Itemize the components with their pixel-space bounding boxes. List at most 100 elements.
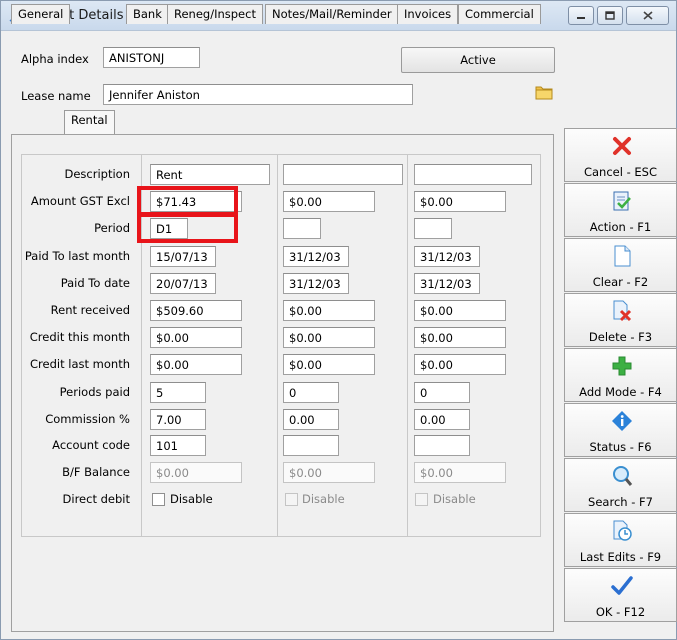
close-icon <box>642 11 653 20</box>
cancel-icon <box>613 137 631 155</box>
clear-icon <box>614 245 631 267</box>
period-input-3[interactable] <box>414 218 452 239</box>
periods-paid-input-3[interactable]: 0 <box>414 382 470 403</box>
account-code-input-3[interactable] <box>414 435 470 456</box>
add-mode-button[interactable]: Add Mode - F4 <box>564 348 677 402</box>
tab-reneg-inspect[interactable]: Reneg/Inspect <box>167 4 263 24</box>
rent-received-input-2[interactable]: $0.00 <box>283 300 375 321</box>
paid-last-month-input-1[interactable]: 15/07/13 <box>150 246 216 267</box>
paid-last-month-input-2[interactable]: 31/12/03 <box>283 246 349 267</box>
credit-last-month-input-2[interactable]: $0.00 <box>283 354 375 375</box>
tab-general[interactable]: General <box>11 4 71 24</box>
bf-balance-input-2: $0.00 <box>283 462 375 483</box>
alpha-index-input[interactable]: ANISTONJ <box>103 47 200 68</box>
column-divider <box>277 154 278 537</box>
folder-icon[interactable] <box>535 84 553 100</box>
periods-paid-input-2[interactable]: 0 <box>283 382 339 403</box>
bf-balance-input-3: $0.00 <box>414 462 506 483</box>
paid-to-date-label: Paid To date <box>60 276 130 290</box>
delete-button[interactable]: Delete - F3 <box>564 293 677 347</box>
search-icon <box>613 466 633 486</box>
period-highlight-box <box>137 213 238 243</box>
delete-button-label: Delete - F3 <box>588 330 653 344</box>
active-status-label: Active <box>460 53 496 67</box>
maximize-icon <box>605 11 615 20</box>
credit-this-month-input-1[interactable]: $0.00 <box>150 327 242 348</box>
action-icon <box>613 191 631 211</box>
ok-icon <box>611 576 633 595</box>
clear-button-label: Clear - F2 <box>592 275 649 289</box>
alpha-index-label: Alpha index <box>21 52 89 66</box>
lease-name-input[interactable]: Jennifer Aniston <box>103 84 413 105</box>
close-button[interactable] <box>626 6 669 25</box>
credit-this-month-input-3[interactable]: $0.00 <box>414 327 506 348</box>
commission-label: Commission % <box>45 412 130 426</box>
credit-last-month-input-1[interactable]: $0.00 <box>150 354 242 375</box>
paid-to-date-input-3[interactable]: 31/12/03 <box>414 273 480 294</box>
credit-this-month-input-2[interactable]: $0.00 <box>283 327 375 348</box>
ok-button[interactable]: OK - F12 <box>564 568 677 622</box>
direct-debit-checkbox-2 <box>285 493 298 506</box>
search-button-label: Search - F7 <box>588 495 653 509</box>
amount-input-2[interactable]: $0.00 <box>283 191 375 212</box>
account-code-input-2[interactable] <box>283 435 339 456</box>
delete-icon <box>613 300 632 322</box>
add-mode-button-label: Add Mode - F4 <box>579 385 662 399</box>
rent-received-input-3[interactable]: $0.00 <box>414 300 506 321</box>
direct-debit-label: Direct debit <box>62 492 130 506</box>
last-edits-button[interactable]: Last Edits - F9 <box>564 513 677 567</box>
add-icon <box>612 356 632 376</box>
direct-debit-checkbox-1[interactable] <box>152 493 165 506</box>
action-button-label: Action - F1 <box>589 220 652 234</box>
tab-notes-mail-reminder[interactable]: Notes/Mail/Reminder <box>265 4 399 24</box>
minimize-button[interactable] <box>568 6 594 25</box>
lease-name-label: Lease name <box>21 89 91 103</box>
paid-last-month-input-3[interactable]: 31/12/03 <box>414 246 480 267</box>
description-input-2[interactable] <box>283 164 403 185</box>
status-button-label: Status - F6 <box>589 440 652 454</box>
bf-balance-label: B/F Balance <box>62 465 130 479</box>
period-input-2[interactable] <box>283 218 321 239</box>
amount-input-3[interactable]: $0.00 <box>414 191 506 212</box>
column-divider <box>407 154 408 537</box>
rent-received-label: Rent received <box>50 303 130 317</box>
direct-debit-disable-label-2: Disable <box>302 492 345 506</box>
description-input-1[interactable]: Rent <box>150 164 270 185</box>
rent-received-input-1[interactable]: $509.60 <box>150 300 242 321</box>
active-status-button[interactable]: Active <box>401 47 555 73</box>
clear-button[interactable]: Clear - F2 <box>564 238 677 292</box>
maximize-button[interactable] <box>597 6 623 25</box>
tab-bank[interactable]: Bank <box>126 4 169 24</box>
periods-paid-input-1[interactable]: 5 <box>150 382 206 403</box>
history-icon <box>613 520 632 541</box>
commission-input-3[interactable]: 0.00 <box>414 409 470 430</box>
status-button[interactable]: Status - F6 <box>564 403 677 457</box>
direct-debit-checkbox-3 <box>415 493 428 506</box>
info-icon <box>612 411 632 431</box>
paid-to-date-input-1[interactable]: 20/07/13 <box>150 273 216 294</box>
cancel-button[interactable]: Cancel - ESC <box>564 128 677 182</box>
action-button[interactable]: Action - F1 <box>564 183 677 237</box>
tab-commercial[interactable]: Commercial <box>458 4 541 24</box>
amount-highlight-box <box>137 186 238 216</box>
commission-input-1[interactable]: 7.00 <box>150 409 206 430</box>
direct-debit-disable-label-3: Disable <box>433 492 476 506</box>
credit-last-month-input-3[interactable]: $0.00 <box>414 354 506 375</box>
tab-invoices[interactable]: Invoices <box>397 4 459 24</box>
periods-paid-label: Periods paid <box>59 385 130 399</box>
search-button[interactable]: Search - F7 <box>564 458 677 512</box>
paid-to-date-input-2[interactable]: 31/12/03 <box>283 273 349 294</box>
direct-debit-disable-label-1: Disable <box>170 492 213 506</box>
tab-rental[interactable]: Rental <box>64 110 115 134</box>
account-code-input-1[interactable]: 101 <box>150 435 206 456</box>
commission-input-2[interactable]: 0.00 <box>283 409 339 430</box>
description-input-3[interactable] <box>414 164 532 185</box>
cancel-button-label: Cancel - ESC <box>583 165 657 179</box>
ok-button-label: OK - F12 <box>595 605 646 619</box>
account-code-label: Account code <box>52 438 130 452</box>
tenant-details-window: Tenant Details Alpha index ANISTONJ Acti… <box>0 0 677 640</box>
credit-last-month-label: Credit last month <box>30 357 130 371</box>
period-label: Period <box>94 221 130 235</box>
amount-gst-excl-label: Amount GST Excl <box>30 194 130 208</box>
paid-to-last-month-label: Paid To last month <box>24 249 130 263</box>
